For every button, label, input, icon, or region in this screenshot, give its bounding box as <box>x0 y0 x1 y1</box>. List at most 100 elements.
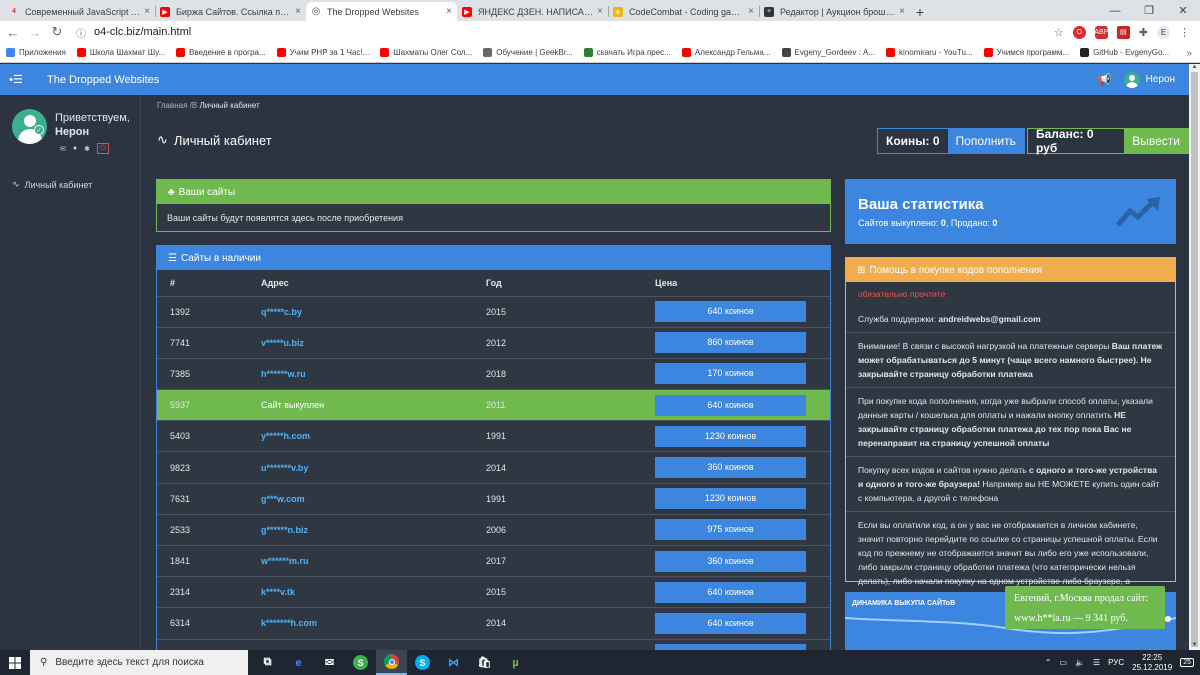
network-icon[interactable]: ▭ <box>1059 658 1067 667</box>
bookmark-item[interactable]: Введение в програ... <box>176 48 266 57</box>
language-indicator[interactable]: РУС <box>1108 658 1124 667</box>
buy-site-button[interactable]: 1230 коинов <box>655 425 806 447</box>
site-address[interactable]: v*****u.biz <box>261 338 304 348</box>
site-address[interactable]: k****v.tk <box>261 587 295 597</box>
bookmark-item[interactable]: Учимся программ... <box>983 48 1069 57</box>
buy-site-button[interactable]: 360 коинов <box>655 457 806 479</box>
tab-close-icon[interactable]: × <box>446 6 452 17</box>
top-up-button[interactable]: Пополнить <box>947 129 1024 153</box>
gear-icon[interactable]: ✱ <box>84 145 90 153</box>
tab-close-icon[interactable]: × <box>597 6 603 17</box>
mail-icon[interactable]: ✉ <box>314 650 345 675</box>
bookmark-item[interactable]: Обучение | GeekBr... <box>483 48 573 57</box>
bookmark-item[interactable]: GitHub - EvgenyGo... <box>1080 48 1169 57</box>
site-address[interactable]: g******n.biz <box>261 525 308 535</box>
buy-site-button[interactable]: 640 коинов <box>655 612 806 634</box>
windows-start-icon[interactable] <box>0 650 30 675</box>
bookmark-item[interactable]: kinomiraru - YouTu... <box>886 48 973 57</box>
browser-tab[interactable]: ◈ CodeCombat - Coding games to × <box>608 2 759 21</box>
bookmark-item[interactable]: Учим PHP за 1 Час!... <box>276 48 369 57</box>
sidebar-item-cabinet[interactable]: ∿ Личный кабинет <box>12 179 92 190</box>
url-input[interactable]: o4-clc.biz/main.html <box>94 26 1054 38</box>
bookmark-item[interactable]: Александр Гельма... <box>681 48 771 57</box>
buy-site-button[interactable]: 975 коинов <box>655 519 806 541</box>
site-address[interactable]: g***w.com <box>261 494 305 504</box>
notifications-icon[interactable]: 25 <box>1180 658 1194 667</box>
bookmark-item[interactable]: Приложения <box>6 48 66 57</box>
store-icon[interactable]: 🛍 <box>469 650 500 675</box>
info-icon[interactable]: ⓘ <box>76 25 86 40</box>
table-row: 6314 k*******h.com 2014 640 коинов <box>157 607 830 640</box>
utorrent-icon[interactable]: µ <box>500 650 531 675</box>
minimize-icon[interactable]: — <box>1098 0 1132 21</box>
site-address[interactable]: h******w.ru <box>261 369 306 379</box>
browser-tab-active[interactable]: ◎ The Dropped Websites × <box>306 2 457 21</box>
skype-alt-icon[interactable]: S <box>407 650 438 675</box>
page-scrollbar[interactable]: ▲ ▼ <box>1189 64 1200 650</box>
taskbar-search-input[interactable]: ⚲ Введите здесь текст для поиска <box>30 650 248 675</box>
tab-close-icon[interactable]: × <box>295 6 301 17</box>
bookmarks-overflow-icon[interactable]: » <box>1186 43 1192 62</box>
site-address[interactable]: w******m.ru <box>261 556 309 566</box>
brand-logo[interactable]: The Dropped Websites <box>47 74 159 86</box>
support-email[interactable]: andreidwebs@gmail.com <box>938 314 1040 324</box>
buy-site-button[interactable]: 1230 коинов <box>655 488 806 510</box>
chrome-icon[interactable] <box>376 650 407 675</box>
browser-tab[interactable]: ▶ ЯНДЕКС ДЗЕН. НАПИСАЛА ЕРУ × <box>457 2 608 21</box>
user-icon[interactable]: ● <box>73 145 77 152</box>
site-address[interactable]: q*****c.by <box>261 307 302 317</box>
breadcrumb-home[interactable]: Главная <box>157 101 187 110</box>
browser-tab[interactable]: + Редактор | Аукцион брошенны × <box>759 2 910 21</box>
tray-expand-icon[interactable]: ⌃ <box>1045 658 1052 667</box>
wifi-icon[interactable]: ☰ <box>1093 658 1100 667</box>
user-menu[interactable]: Нерон <box>1123 71 1175 88</box>
browser-tab[interactable]: ▶ Биржа Сайтов. Ссылка под вид × <box>155 2 306 21</box>
envelope-icon[interactable]: ✉ <box>60 145 66 153</box>
task-view-icon[interactable]: ⧉ <box>252 650 283 675</box>
table-row: 2533 g******n.biz 2006 975 коинов <box>157 514 830 547</box>
browser-tab[interactable]: 4 Современный JavaScript • Vue × <box>4 2 155 21</box>
browser-menu-icon[interactable]: ⋮ <box>1179 26 1190 39</box>
buy-site-button[interactable]: 860 коинов <box>655 332 806 354</box>
close-window-icon[interactable]: ✕ <box>1166 0 1200 21</box>
site-address[interactable]: u*******v.by <box>261 463 308 473</box>
recent-sale-toast[interactable]: Евгений, г.Москва продал сайт: www.h**la… <box>1005 586 1165 629</box>
bookmark-item[interactable]: Школа Шахмат Шу... <box>76 48 165 57</box>
extension-puzzle-icon[interactable]: ✚ <box>1139 26 1148 39</box>
menu-toggle-icon[interactable]: •☰ <box>0 73 32 86</box>
tab-close-icon[interactable]: × <box>748 6 754 17</box>
volume-icon[interactable]: 🔈 <box>1075 658 1085 667</box>
bookmark-item[interactable]: Шахматы Олег Сол... <box>380 48 472 57</box>
skype-icon[interactable]: S <box>345 650 376 675</box>
bookmark-item[interactable]: скачать Игра прес... <box>583 48 671 57</box>
withdraw-button[interactable]: Вывести <box>1124 129 1188 153</box>
edge-icon[interactable]: e <box>283 650 314 675</box>
tab-close-icon[interactable]: × <box>144 6 150 17</box>
clock[interactable]: 22:25 25.12.2019 <box>1132 653 1172 673</box>
site-address[interactable]: k*******h.com <box>261 618 317 628</box>
vscode-icon[interactable]: ⋈ <box>438 650 469 675</box>
scroll-down-icon[interactable]: ▼ <box>1189 642 1200 650</box>
buy-site-button[interactable]: 640 коинов <box>655 394 806 416</box>
forward-arrow-icon[interactable]: → <box>26 25 44 40</box>
site-address[interactable]: y*****h.com <box>261 431 310 441</box>
opera-extension-icon[interactable]: O <box>1072 25 1086 39</box>
scrollbar-thumb[interactable] <box>1191 72 1198 647</box>
buy-site-button[interactable]: 170 коинов <box>655 363 806 385</box>
tab-close-icon[interactable]: × <box>899 6 905 17</box>
scroll-up-icon[interactable]: ▲ <box>1189 64 1200 72</box>
adblock-extension-icon[interactable]: ABP <box>1094 25 1108 39</box>
buy-site-button[interactable]: 640 коинов <box>655 581 806 603</box>
bookmark-item[interactable]: Evgeny_Gordeev : А... <box>781 48 875 57</box>
pdf-extension-icon[interactable]: ▤ <box>1116 25 1130 39</box>
buy-site-button[interactable]: 360 коинов <box>655 550 806 572</box>
reload-icon[interactable]: ↻ <box>48 24 66 40</box>
back-arrow-icon[interactable]: ← <box>4 25 22 40</box>
profile-avatar-icon[interactable]: E <box>1157 25 1170 39</box>
buy-site-button[interactable]: 640 коинов <box>655 301 806 323</box>
megaphone-icon[interactable]: 📢 <box>1098 73 1112 86</box>
power-icon[interactable]: ⏻ <box>96 143 109 154</box>
restore-icon[interactable]: ❐ <box>1132 0 1166 21</box>
new-tab-button[interactable]: + <box>910 2 930 21</box>
bookmark-star-icon[interactable]: ☆ <box>1054 26 1064 39</box>
